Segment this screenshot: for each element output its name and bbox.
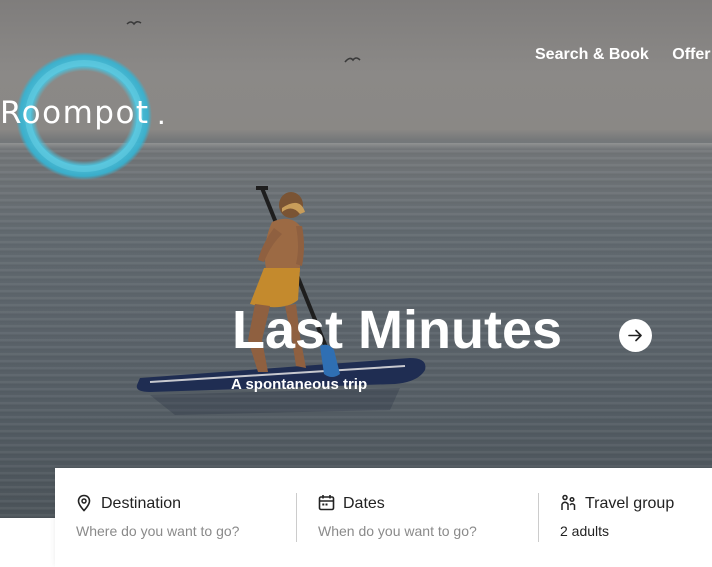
- main-nav: Search & Book Offer: [535, 46, 712, 64]
- nav-item-offers[interactable]: Offer: [672, 46, 710, 63]
- destination-field[interactable]: Destination Where do you want to go?: [55, 468, 296, 567]
- people-icon: [560, 494, 577, 517]
- arrow-right-icon: [628, 329, 642, 342]
- destination-placeholder: Where do you want to go?: [76, 523, 240, 539]
- travel-group-value: 2 adults: [560, 523, 610, 539]
- bird: [344, 57, 361, 63]
- hero-title[interactable]: Last Minutes: [232, 300, 562, 360]
- nav-item-search-book[interactable]: Search & Book: [535, 46, 649, 63]
- hero-subtitle: A spontaneous trip: [231, 376, 368, 393]
- calendar-icon: [318, 494, 335, 516]
- destination-label: Destination: [101, 495, 182, 512]
- logo-text: Roompot: [0, 95, 150, 131]
- dates-field[interactable]: Dates When do you want to go?: [297, 468, 538, 567]
- travel-group-label: Travel group: [585, 495, 675, 512]
- search-bar: Destination Where do you want to go? Dat…: [55, 468, 712, 567]
- hero-banner: Roompot . Search & Book Offer Last Minut…: [0, 0, 712, 518]
- dates-placeholder: When do you want to go?: [318, 523, 477, 539]
- travel-group-field[interactable]: Travel group 2 adults: [539, 468, 712, 567]
- dates-label: Dates: [343, 495, 385, 512]
- logo-dot: .: [157, 96, 166, 131]
- hero-arrow-button[interactable]: [619, 319, 652, 352]
- roompot-logo[interactable]: Roompot .: [0, 48, 170, 183]
- bird: [126, 20, 142, 26]
- map-pin-icon: [76, 494, 92, 517]
